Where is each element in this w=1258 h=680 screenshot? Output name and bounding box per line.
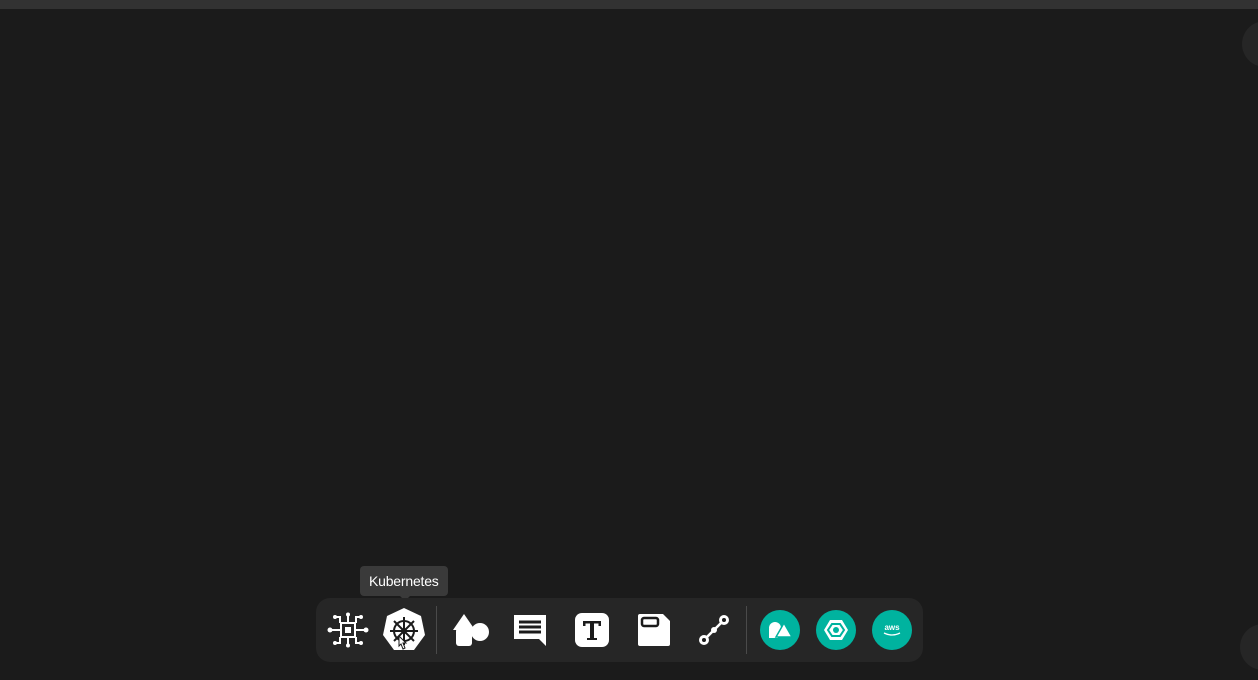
connector-icon xyxy=(699,615,729,645)
shapes-library-button[interactable] xyxy=(758,598,802,662)
shapes-icon xyxy=(453,614,489,646)
gcp-button[interactable] xyxy=(814,598,858,662)
kubernetes-tool[interactable] xyxy=(378,598,430,662)
kubernetes-icon xyxy=(383,608,425,650)
aws-label: aws xyxy=(884,622,900,632)
bottom-toolbar: aws xyxy=(316,598,923,662)
component-icon xyxy=(327,612,369,648)
section-icon xyxy=(638,614,670,646)
gcp-icon xyxy=(816,610,856,650)
toolbar-divider xyxy=(746,606,747,654)
design-canvas[interactable] xyxy=(1,9,1258,680)
comment-icon xyxy=(514,615,546,646)
comment-tool[interactable] xyxy=(508,598,552,662)
component-tool[interactable] xyxy=(324,598,372,662)
top-bar xyxy=(0,0,1258,9)
aws-button[interactable]: aws xyxy=(870,598,914,662)
shapes-tool[interactable] xyxy=(448,598,494,662)
shapes-library-icon xyxy=(760,610,800,650)
connector-tool[interactable] xyxy=(692,598,736,662)
aws-icon: aws xyxy=(872,610,912,650)
text-tool[interactable] xyxy=(570,598,614,662)
text-icon xyxy=(575,613,609,647)
tooltip: Kubernetes xyxy=(360,566,448,601)
section-tool[interactable] xyxy=(632,598,676,662)
toolbar-divider xyxy=(436,606,437,654)
